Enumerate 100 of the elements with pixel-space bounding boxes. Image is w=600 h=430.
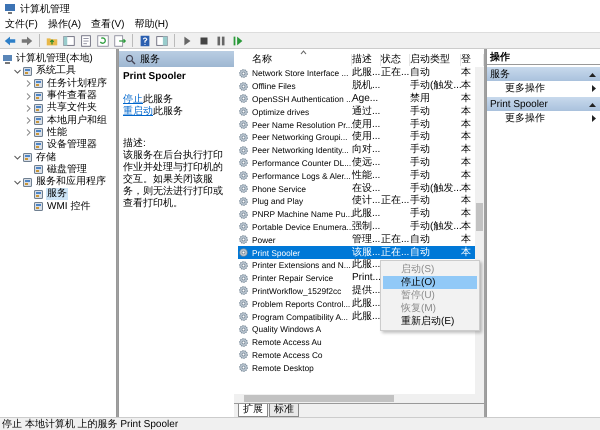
table-cell-text: 本 xyxy=(461,67,472,80)
column-header[interactable]: 描述 xyxy=(352,54,381,66)
column-header[interactable]: 状态 xyxy=(381,54,410,66)
actions-section[interactable]: 服务 xyxy=(487,67,600,81)
service-row[interactable]: Performance Logs & Aler...性能... 手动 本 xyxy=(238,169,475,182)
description-label: 描述: xyxy=(123,138,147,150)
gear-icon xyxy=(238,208,249,220)
table-cell-text: Network Store Interface ... xyxy=(252,67,350,80)
table-cell-text: Remote Access Au xyxy=(252,336,323,348)
action-item[interactable]: 更多操作 xyxy=(487,81,600,95)
expander-icon[interactable] xyxy=(24,92,33,101)
table-cell-text: 本 xyxy=(461,118,472,130)
action-link[interactable]: 重启动 xyxy=(123,106,153,117)
table-cell-text: 手动 xyxy=(410,156,431,169)
service-row[interactable]: Optimize drives 通过... 手动 本 xyxy=(238,105,475,118)
properties-icon[interactable] xyxy=(79,34,93,48)
menu-item[interactable]: 查看(V) xyxy=(91,19,124,31)
services-icon xyxy=(125,54,136,64)
column-header[interactable]: 启动类型 xyxy=(410,54,461,66)
tree-item[interactable]: 存储 xyxy=(35,152,57,164)
snap-in-icon xyxy=(33,78,44,90)
tree-item[interactable]: 设备管理器 xyxy=(46,139,98,152)
menu-item[interactable]: 文件(F) xyxy=(5,19,38,31)
service-row[interactable]: PNRP Machine Name Pu...此服... 手动 本 xyxy=(238,208,475,221)
column-header[interactable]: 名称 xyxy=(252,54,352,66)
action-link[interactable]: 停止 xyxy=(123,94,143,105)
action-sentence: 停止此服务 xyxy=(123,94,174,106)
gear-icon xyxy=(238,144,249,156)
service-row[interactable]: OpenSSH Authentication ...Age... 禁用 本 xyxy=(238,92,475,106)
description-text: 该服务在后台执行打印作业并处理与打印机的交互。如果关闭该服务，则无法进行打印或查看打印机。 xyxy=(123,150,224,210)
view-tab[interactable]: 扩展 xyxy=(238,404,268,417)
service-row[interactable]: Remote Access Co xyxy=(238,348,475,362)
table-cell: 使远... xyxy=(352,156,381,169)
actions-section[interactable]: Print Spooler xyxy=(487,97,600,111)
actions-header: 操作 xyxy=(487,51,600,65)
service-row[interactable]: Offline Files 脱机... 手动(触发...本 xyxy=(238,80,475,93)
service-row[interactable]: Remote Access Au xyxy=(238,336,475,349)
menu-item[interactable]: 帮助(H) xyxy=(134,19,168,31)
expander-icon[interactable] xyxy=(13,178,22,187)
show-hide-icon[interactable] xyxy=(155,34,169,48)
restart-icon[interactable] xyxy=(231,34,245,48)
table-cell-text: Peer Networking Groupi... xyxy=(252,131,348,144)
expander-icon[interactable] xyxy=(24,128,33,138)
action-label: 更多操作 xyxy=(505,112,545,125)
tree-item[interactable]: 服务和应用程序 xyxy=(35,176,107,188)
refresh-icon[interactable] xyxy=(96,34,110,48)
expander-icon[interactable] xyxy=(13,66,22,76)
tree-item[interactable]: 性能 xyxy=(46,126,68,139)
export-icon[interactable] xyxy=(113,34,127,48)
table-cell: 强制... xyxy=(352,220,381,233)
gear-icon xyxy=(238,324,249,335)
expander-icon[interactable] xyxy=(24,104,33,113)
view-tab[interactable]: 标准 xyxy=(269,404,299,417)
service-row[interactable]: Phone Service 在设... 手动(触发...本 xyxy=(238,182,475,195)
table-cell-text: Print Spooler xyxy=(252,246,301,259)
table-cell-text: Plug and Play xyxy=(252,195,304,208)
tree-item[interactable]: 共享文件夹 xyxy=(46,102,98,114)
table-cell-text: 手动 xyxy=(410,118,431,130)
collapse-icon xyxy=(589,102,596,106)
service-row[interactable]: Remote Desktop xyxy=(238,361,475,374)
service-row[interactable]: Print Spooler 该服...正在...自动 本 xyxy=(238,246,475,259)
expander-icon[interactable] xyxy=(13,153,22,162)
table-cell-text: Portable Device Enumera... xyxy=(252,222,352,233)
tree-item[interactable]: 磁盘管理 xyxy=(46,164,88,176)
tree-item[interactable]: WMI 控件 xyxy=(46,200,92,213)
help-icon[interactable] xyxy=(138,34,152,48)
expander-icon[interactable] xyxy=(24,79,33,88)
service-name: Print Spooler xyxy=(123,71,187,82)
tree-item[interactable]: 本地用户和组 xyxy=(46,114,108,127)
submenu-arrow-icon xyxy=(592,114,596,122)
service-row[interactable]: Performance Counter DL...使远... 手动 本 xyxy=(238,156,475,170)
service-row[interactable]: Network Store Interface ... 此服...正在...自动 本 xyxy=(238,67,475,80)
tree-item[interactable]: 事件查看器 xyxy=(46,90,98,102)
menu-item[interactable]: 操作(A) xyxy=(48,19,82,31)
service-row[interactable]: Peer Networking Identity... 向对... 手动 本 xyxy=(238,144,475,157)
expander-icon[interactable] xyxy=(24,116,33,126)
action-label: 更多操作 xyxy=(505,82,545,95)
tree-item[interactable]: 系统工具 xyxy=(35,65,77,78)
action-item[interactable]: 更多操作 xyxy=(487,111,600,125)
menu-item[interactable]: 停止(O) xyxy=(383,276,477,289)
table-cell: 此服... xyxy=(352,310,381,323)
panel-title: 服务 xyxy=(140,53,160,66)
tree-item[interactable]: 任务计划程序 xyxy=(46,78,108,90)
service-row[interactable]: Portable Device Enumera...强制... 手动(触发...本 xyxy=(238,220,475,234)
gear-icon xyxy=(238,362,249,374)
horizontal-scrollbar[interactable] xyxy=(234,394,484,403)
tree-item[interactable]: 服务 xyxy=(46,188,68,200)
table-cell-text: 本 xyxy=(461,246,472,259)
service-row[interactable]: Peer Name Resolution Pr...使用... 手动 本 xyxy=(238,118,475,131)
service-row[interactable]: Peer Networking Groupi... 使用... 手动 本 xyxy=(238,130,475,144)
menu-item[interactable]: 重新启动(E) xyxy=(383,315,477,328)
table-cell-text: 手动 xyxy=(410,131,431,144)
console-tree-icon[interactable] xyxy=(62,34,76,48)
service-row[interactable]: Plug and Play 使计...正在...手动 本 xyxy=(238,194,475,208)
tree-item[interactable]: 计算机管理(本地) xyxy=(15,53,94,66)
table-cell-text: Age... xyxy=(352,92,380,105)
table-cell: 提供... xyxy=(352,284,381,297)
snap-in-icon xyxy=(33,90,44,102)
service-row[interactable]: Power 管理...正在...自动 本 xyxy=(238,233,475,246)
snap-in-icon xyxy=(33,140,44,151)
